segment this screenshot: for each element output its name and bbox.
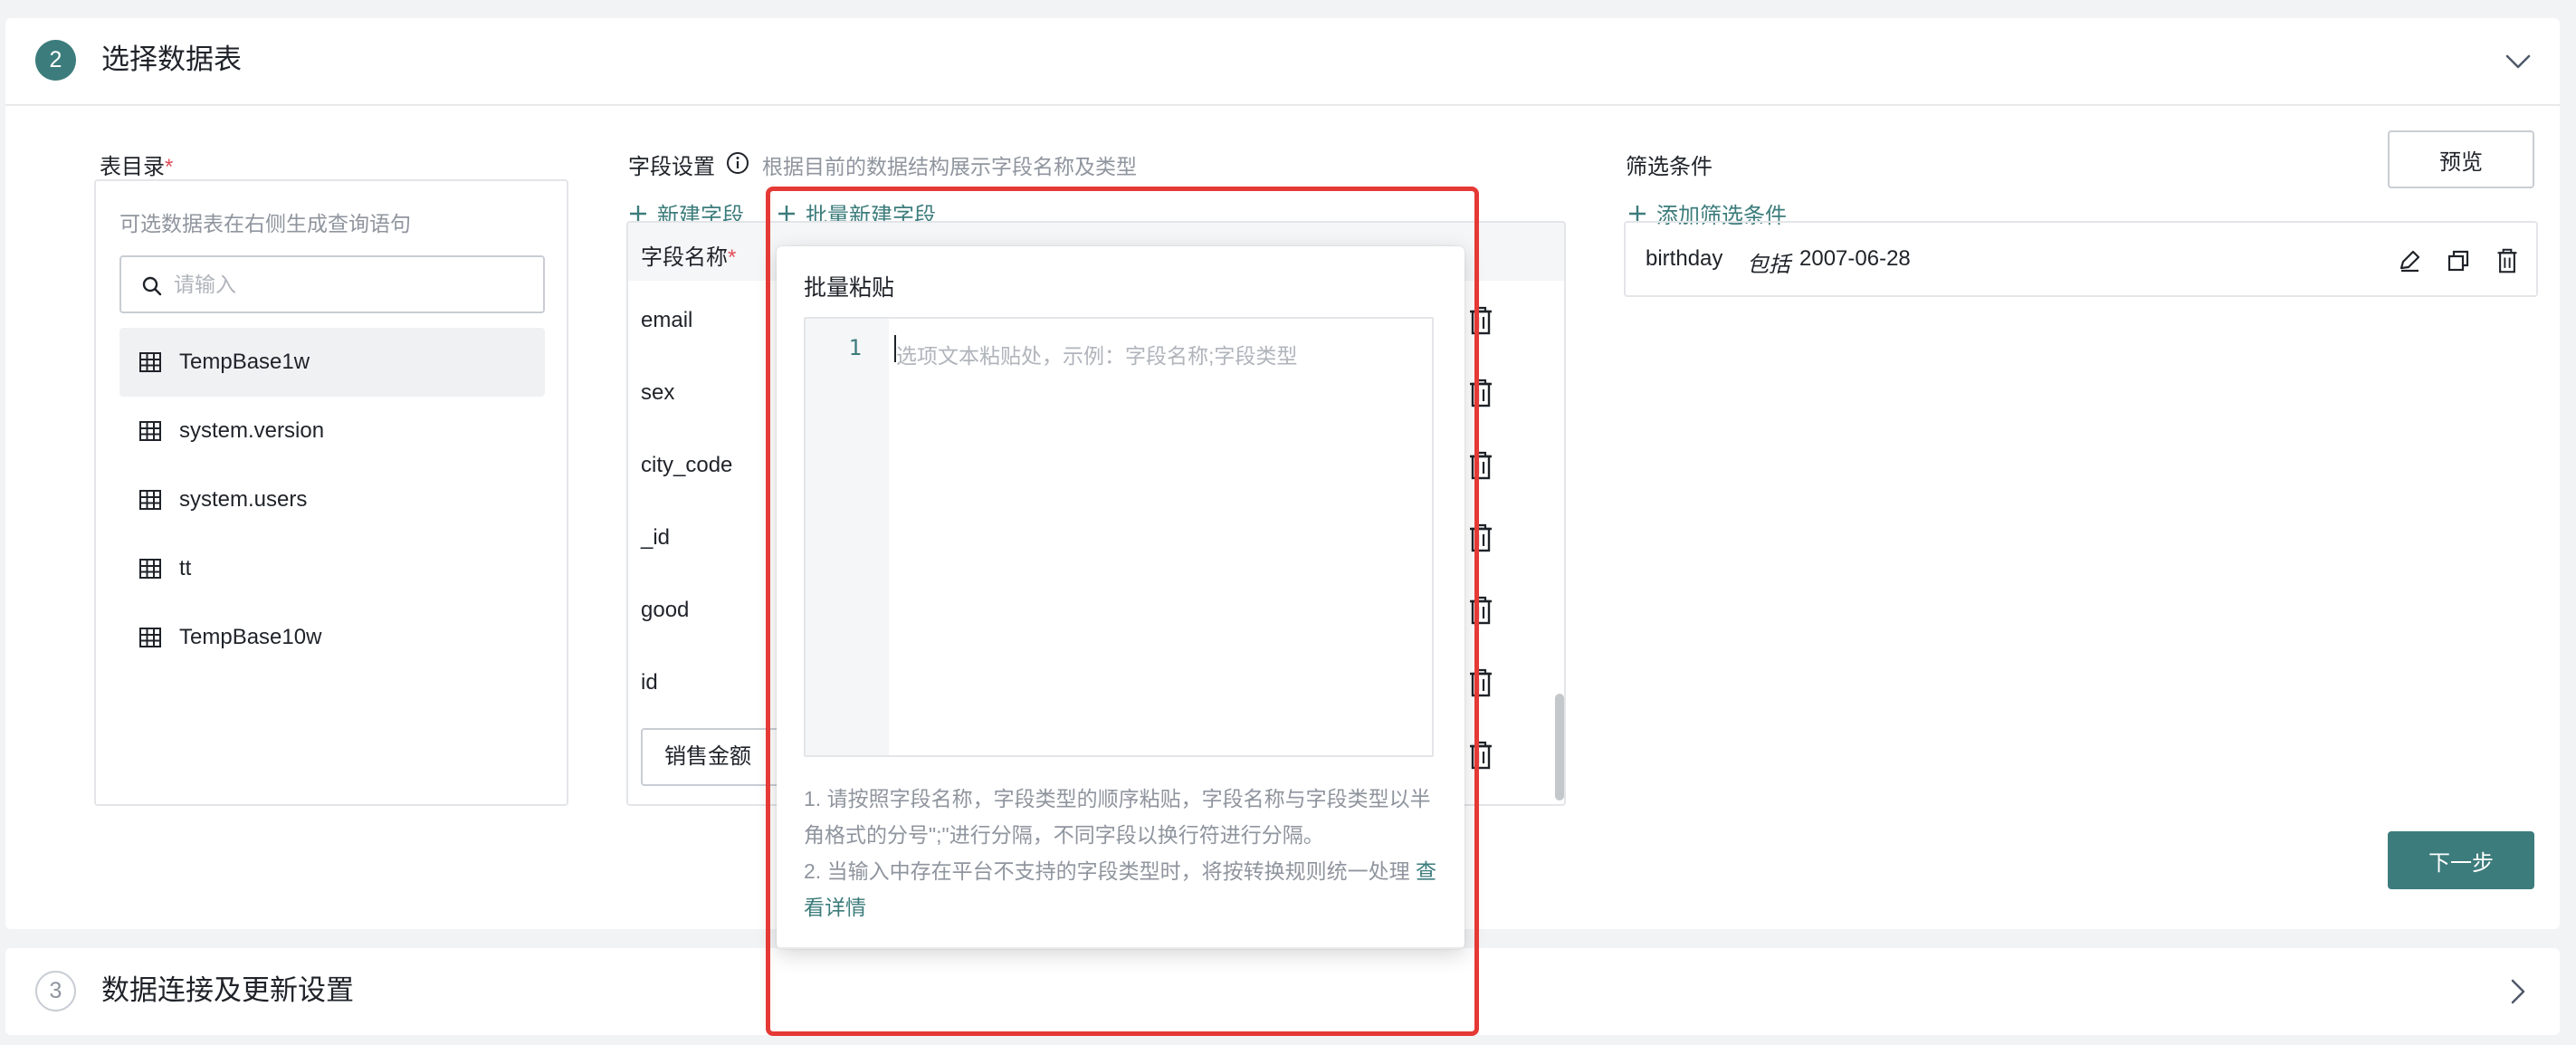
popover-title: 批量粘贴 bbox=[804, 275, 895, 301]
table-name: TempBase10w bbox=[179, 625, 322, 649]
search-input[interactable] bbox=[172, 268, 534, 301]
table-icon bbox=[139, 628, 161, 647]
field-name-cell: sex bbox=[641, 380, 675, 405]
trash-icon[interactable] bbox=[1468, 306, 1493, 335]
filter-field: birthday bbox=[1646, 246, 1723, 271]
field-name-cell: email bbox=[641, 308, 693, 332]
table-icon bbox=[139, 559, 161, 579]
step-3-title: 数据连接及更新设置 bbox=[101, 974, 354, 1006]
info-icon[interactable] bbox=[726, 151, 749, 175]
table-name: system.users bbox=[179, 487, 308, 512]
table-icon bbox=[139, 352, 161, 372]
filter-value: 2007-06-28 bbox=[1799, 246, 1911, 271]
required-mark: * bbox=[165, 155, 174, 179]
paste-instruction-1: 1. 请按照字段名称，字段类型的顺序粘贴，字段名称与字段类型以半角格式的分号";… bbox=[804, 787, 1431, 847]
trash-icon[interactable] bbox=[1468, 523, 1493, 552]
paste-text-editor[interactable]: 1 选项文本粘贴处，示例：字段名称;字段类型 bbox=[804, 317, 1434, 757]
trash-icon[interactable] bbox=[2495, 248, 2520, 273]
directory-hint: 可选数据表在右侧生成查询语句 bbox=[119, 212, 411, 235]
column-header-field-name: 字段名称* bbox=[641, 245, 737, 270]
paste-instruction-2: 2. 当输入中存在平台不支持的字段类型时，将按转换规则统一处理 查看详情 bbox=[804, 859, 1436, 919]
scrollbar-thumb[interactable] bbox=[1555, 694, 1564, 801]
step-3-number: 3 bbox=[35, 971, 76, 1011]
required-mark: * bbox=[728, 245, 737, 270]
field-name-cell: good bbox=[641, 598, 690, 622]
directory-label: 表目录* bbox=[100, 155, 174, 179]
table-list-item[interactable]: system.users bbox=[119, 465, 545, 534]
trash-icon[interactable] bbox=[1468, 451, 1493, 480]
trash-icon[interactable] bbox=[1468, 741, 1493, 770]
chevron-right-icon[interactable] bbox=[2502, 975, 2534, 1008]
copy-icon[interactable] bbox=[2446, 248, 2471, 273]
field-settings-label: 字段设置 bbox=[628, 155, 715, 179]
table-name: system.version bbox=[179, 418, 325, 443]
table-icon bbox=[139, 421, 161, 441]
field-name-cell: id bbox=[641, 670, 658, 695]
table-icon bbox=[139, 490, 161, 510]
trash-icon[interactable] bbox=[1468, 379, 1493, 407]
popover-footer-divider bbox=[777, 947, 1465, 949]
field-name-cell: _id bbox=[641, 525, 671, 550]
trash-icon[interactable] bbox=[1468, 596, 1493, 625]
table-list-item[interactable]: TempBase1w bbox=[119, 328, 545, 397]
step-2-title: 选择数据表 bbox=[101, 43, 242, 75]
step-2-number: 2 bbox=[35, 40, 76, 81]
line-number: 1 bbox=[848, 335, 862, 360]
table-name: TempBase1w bbox=[179, 350, 310, 374]
table-list-item[interactable]: TempBase10w bbox=[119, 603, 545, 672]
preview-button[interactable]: 预览 bbox=[2388, 130, 2534, 188]
next-step-button[interactable]: 下一步 bbox=[2388, 831, 2534, 889]
batch-paste-popover: 批量粘贴 1 选项文本粘贴处，示例：字段名称;字段类型 1. 请按照字段名称，字… bbox=[777, 246, 1465, 949]
filter-condition-row: birthday 包括 2007-06-28 bbox=[1624, 221, 2538, 297]
step-3-header[interactable]: 3 数据连接及更新设置 bbox=[5, 948, 2560, 1035]
table-directory-panel: 可选数据表在右侧生成查询语句 TempBase1w system.version… bbox=[94, 179, 568, 806]
trash-icon[interactable] bbox=[1468, 668, 1493, 697]
edit-icon[interactable] bbox=[2397, 248, 2422, 273]
table-list-item[interactable]: tt bbox=[119, 534, 545, 603]
step-3-card: 3 数据连接及更新设置 bbox=[5, 948, 2560, 1035]
field-settings-description: 根据目前的数据结构展示字段名称及类型 bbox=[762, 155, 1137, 178]
chevron-down-icon[interactable] bbox=[2502, 45, 2534, 78]
search-icon bbox=[142, 276, 162, 296]
step-2-header[interactable]: 2 选择数据表 bbox=[5, 18, 2560, 106]
editor-gutter: 1 bbox=[806, 319, 889, 755]
filter-operator: 包括 bbox=[1747, 253, 1790, 277]
filter-label: 筛选条件 bbox=[1626, 155, 1713, 179]
table-list-item[interactable]: system.version bbox=[119, 397, 545, 465]
paste-placeholder: 选项文本粘贴处，示例：字段名称;字段类型 bbox=[896, 344, 1298, 368]
table-search-box[interactable] bbox=[119, 255, 545, 313]
field-name-cell: city_code bbox=[641, 453, 733, 477]
table-name: tt bbox=[179, 556, 192, 580]
